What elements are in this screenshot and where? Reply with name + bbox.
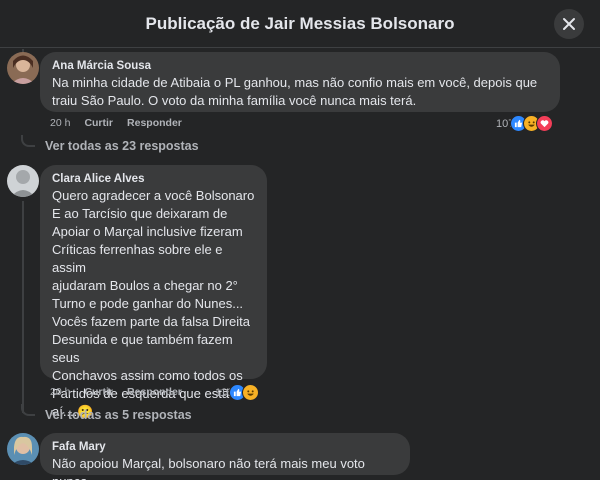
avatar-image: [7, 52, 39, 84]
comment-text: Na minha cidade de Atibaia o PL ganhou, …: [52, 75, 538, 108]
reaction-summary[interactable]: 116: [215, 384, 259, 401]
like-button[interactable]: Curtir: [84, 117, 113, 129]
like-button[interactable]: Curtir: [84, 386, 113, 398]
comment-bubble: Clara Alice Alves Quero agradecer a você…: [40, 165, 267, 419]
reaction-summary[interactable]: 107: [496, 115, 554, 132]
comment-time[interactable]: 20 h: [50, 117, 70, 129]
comment-author[interactable]: Ana Márcia Sousa: [52, 59, 548, 74]
comment-author[interactable]: Fafa Mary: [52, 440, 398, 455]
view-replies-link[interactable]: Ver todas as 23 respostas: [45, 139, 199, 153]
comment-actions: 20 h Curtir Responder: [50, 117, 182, 129]
love-icon: [536, 115, 554, 132]
comment-text: Não apoiou Marçal, bolsonaro não terá ma…: [52, 456, 365, 480]
haha-icon: [241, 384, 259, 401]
avatar[interactable]: [7, 165, 39, 197]
comment-bubble: Ana Márcia Sousa Na minha cidade de Atib…: [40, 52, 560, 112]
avatar-image: [7, 433, 39, 465]
avatar[interactable]: [7, 433, 39, 465]
comment-author[interactable]: Clara Alice Alves: [52, 172, 255, 187]
dialog-title: Publicação de Jair Messias Bolsonaro: [145, 13, 455, 33]
avatar-image: [7, 165, 39, 197]
view-replies-link[interactable]: Ver todas as 5 respostas: [45, 408, 192, 422]
thread-line: [22, 201, 24, 413]
dialog-header: Publicação de Jair Messias Bolsonaro: [0, 0, 600, 48]
thread-connector: [21, 135, 35, 147]
close-button[interactable]: [554, 9, 584, 39]
thread-connector: [21, 404, 35, 416]
reply-button[interactable]: Responder: [127, 386, 182, 398]
comment-actions: 20 h Curtir Responder: [50, 386, 182, 398]
comments-list[interactable]: Ana Márcia Sousa Na minha cidade de Atib…: [0, 49, 600, 480]
close-icon: [563, 18, 575, 30]
comment-bubble: Fafa Mary Não apoiou Marçal, bolsonaro n…: [40, 433, 410, 480]
avatar[interactable]: [7, 52, 39, 84]
comment-time[interactable]: 20 h: [50, 386, 70, 398]
reply-button[interactable]: Responder: [127, 117, 182, 129]
